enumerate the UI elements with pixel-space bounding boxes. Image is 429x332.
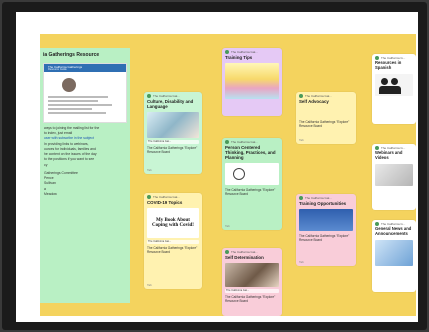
avatar — [147, 195, 151, 199]
card-training-opportunities[interactable]: The California Gat... Training Opportuni… — [296, 194, 356, 266]
card-link[interactable]: The California Gat... — [147, 140, 199, 145]
drawer-line: cy — [44, 162, 48, 167]
picture-frame: ia Gatherings Resource The California Ga… — [2, 2, 427, 330]
card-title: General News and Announcements — [375, 226, 412, 236]
card-footer: Tab — [225, 224, 230, 228]
drawer-title: ia Gatherings Resource — [43, 52, 100, 58]
card-spacer — [296, 105, 356, 119]
avatar — [299, 196, 303, 200]
card-author: The California Gat... — [231, 250, 258, 254]
card-thumbnail[interactable] — [299, 209, 353, 232]
card-thumbnail[interactable] — [375, 73, 413, 96]
card-author: The California Gat... — [231, 140, 258, 144]
card-title: Person Centered Thinking, Practices, and… — [225, 145, 276, 161]
card-thumbnail[interactable] — [375, 163, 413, 186]
covid-book-cover[interactable]: My Book About Coping with Covid! — [147, 208, 199, 239]
card-author: The California Gat... — [305, 94, 332, 98]
card-culture-disability[interactable]: The California Gat... Culture, Disabilit… — [144, 92, 202, 174]
person-icon — [233, 168, 245, 181]
card-author: The California Gat... — [153, 94, 180, 98]
card-author: The California Gat... — [153, 195, 180, 199]
card-title: Training Tips — [225, 55, 253, 60]
thumbnail-text-line — [48, 111, 106, 114]
card-author: The California Gat... — [231, 50, 258, 54]
card-footer: Tab — [299, 138, 304, 142]
drawer-line: Meadow — [44, 191, 57, 196]
card-footer: Tab — [299, 260, 304, 264]
drawer-text: ways to joining the mailing list for the… — [40, 126, 130, 197]
avatar — [225, 250, 229, 254]
card-self-determination[interactable]: The California Gat... Self Determination… — [222, 248, 282, 316]
card-text: The California Gatherings "Explore" Reso… — [225, 188, 276, 197]
thumbnail-text-line — [48, 99, 98, 102]
avatar — [225, 50, 229, 54]
card-training-tips[interactable]: The California Gat... Training Tips — [222, 48, 282, 116]
card-resources-spanish[interactable]: The California G... Resources in Spanish — [372, 54, 416, 124]
book-title: My Book About Coping with Covid! — [152, 217, 194, 229]
card-webinars-videos[interactable]: The California G... Webinars and Videos — [372, 144, 416, 210]
card-text: The California Gatherings "Explore" Reso… — [147, 146, 198, 155]
card-title: Culture, Disability and Language — [147, 99, 194, 110]
drawer-thumbnail[interactable]: The California Gatherings Resource Guide — [43, 62, 127, 123]
card-title: Training Opportunities — [299, 201, 347, 206]
avatar — [299, 94, 303, 98]
padlet-board: ia Gatherings Resource The California Ga… — [40, 34, 416, 316]
card-link[interactable]: The California Gat... — [225, 289, 279, 294]
card-thumbnail[interactable] — [147, 112, 199, 139]
card-title: Self Determination — [225, 255, 264, 260]
figure-icon — [381, 77, 388, 85]
card-text: The California Gatherings "Explore" Reso… — [147, 246, 198, 255]
resource-drawer-card[interactable]: ia Gatherings Resource The California Ga… — [40, 48, 130, 303]
avatar — [147, 94, 151, 98]
card-general-news[interactable]: The California G... General News and Ann… — [372, 220, 416, 292]
card-person-centered[interactable]: The California Gat... Person Centered Th… — [222, 138, 282, 230]
card-author: The California Gat... — [305, 196, 332, 200]
card-thumbnail[interactable] — [225, 63, 279, 100]
card-self-advocacy[interactable]: The California Gat... Self Advocacy The … — [296, 92, 356, 144]
card-covid-topics[interactable]: The California Gat... COVID-19 Topics My… — [144, 193, 202, 289]
thumbnail-text-line — [48, 103, 112, 106]
figure-icon — [391, 77, 398, 85]
card-title: Self Advocacy — [299, 99, 329, 104]
thumbnail-text-line — [48, 95, 108, 98]
profile-photo — [62, 77, 76, 92]
card-thumbnail[interactable] — [225, 263, 279, 288]
card-link[interactable]: The California Gat... — [147, 240, 199, 245]
frame-mat: ia Gatherings Resource The California Ga… — [16, 12, 418, 322]
card-thumbnail[interactable] — [225, 163, 279, 186]
card-text: The California Gatherings "Explore" Reso… — [299, 120, 350, 129]
card-title: Webinars and Videos — [375, 150, 403, 160]
card-text: The California Gatherings "Explore" Reso… — [299, 234, 350, 243]
thumbnail-subheading: Resource Guide — [48, 67, 67, 71]
card-thumbnail[interactable] — [375, 239, 413, 266]
card-title: Resources in Spanish — [375, 60, 402, 70]
thumbnail-text-line — [48, 107, 92, 110]
card-footer: Tab — [147, 168, 152, 172]
avatar — [225, 140, 229, 144]
card-text: The California Gatherings "Explore" Reso… — [225, 295, 276, 304]
card-title: COVID-19 Topics — [147, 200, 183, 205]
figure-body-icon — [379, 85, 401, 94]
card-footer: Tab — [147, 283, 152, 287]
